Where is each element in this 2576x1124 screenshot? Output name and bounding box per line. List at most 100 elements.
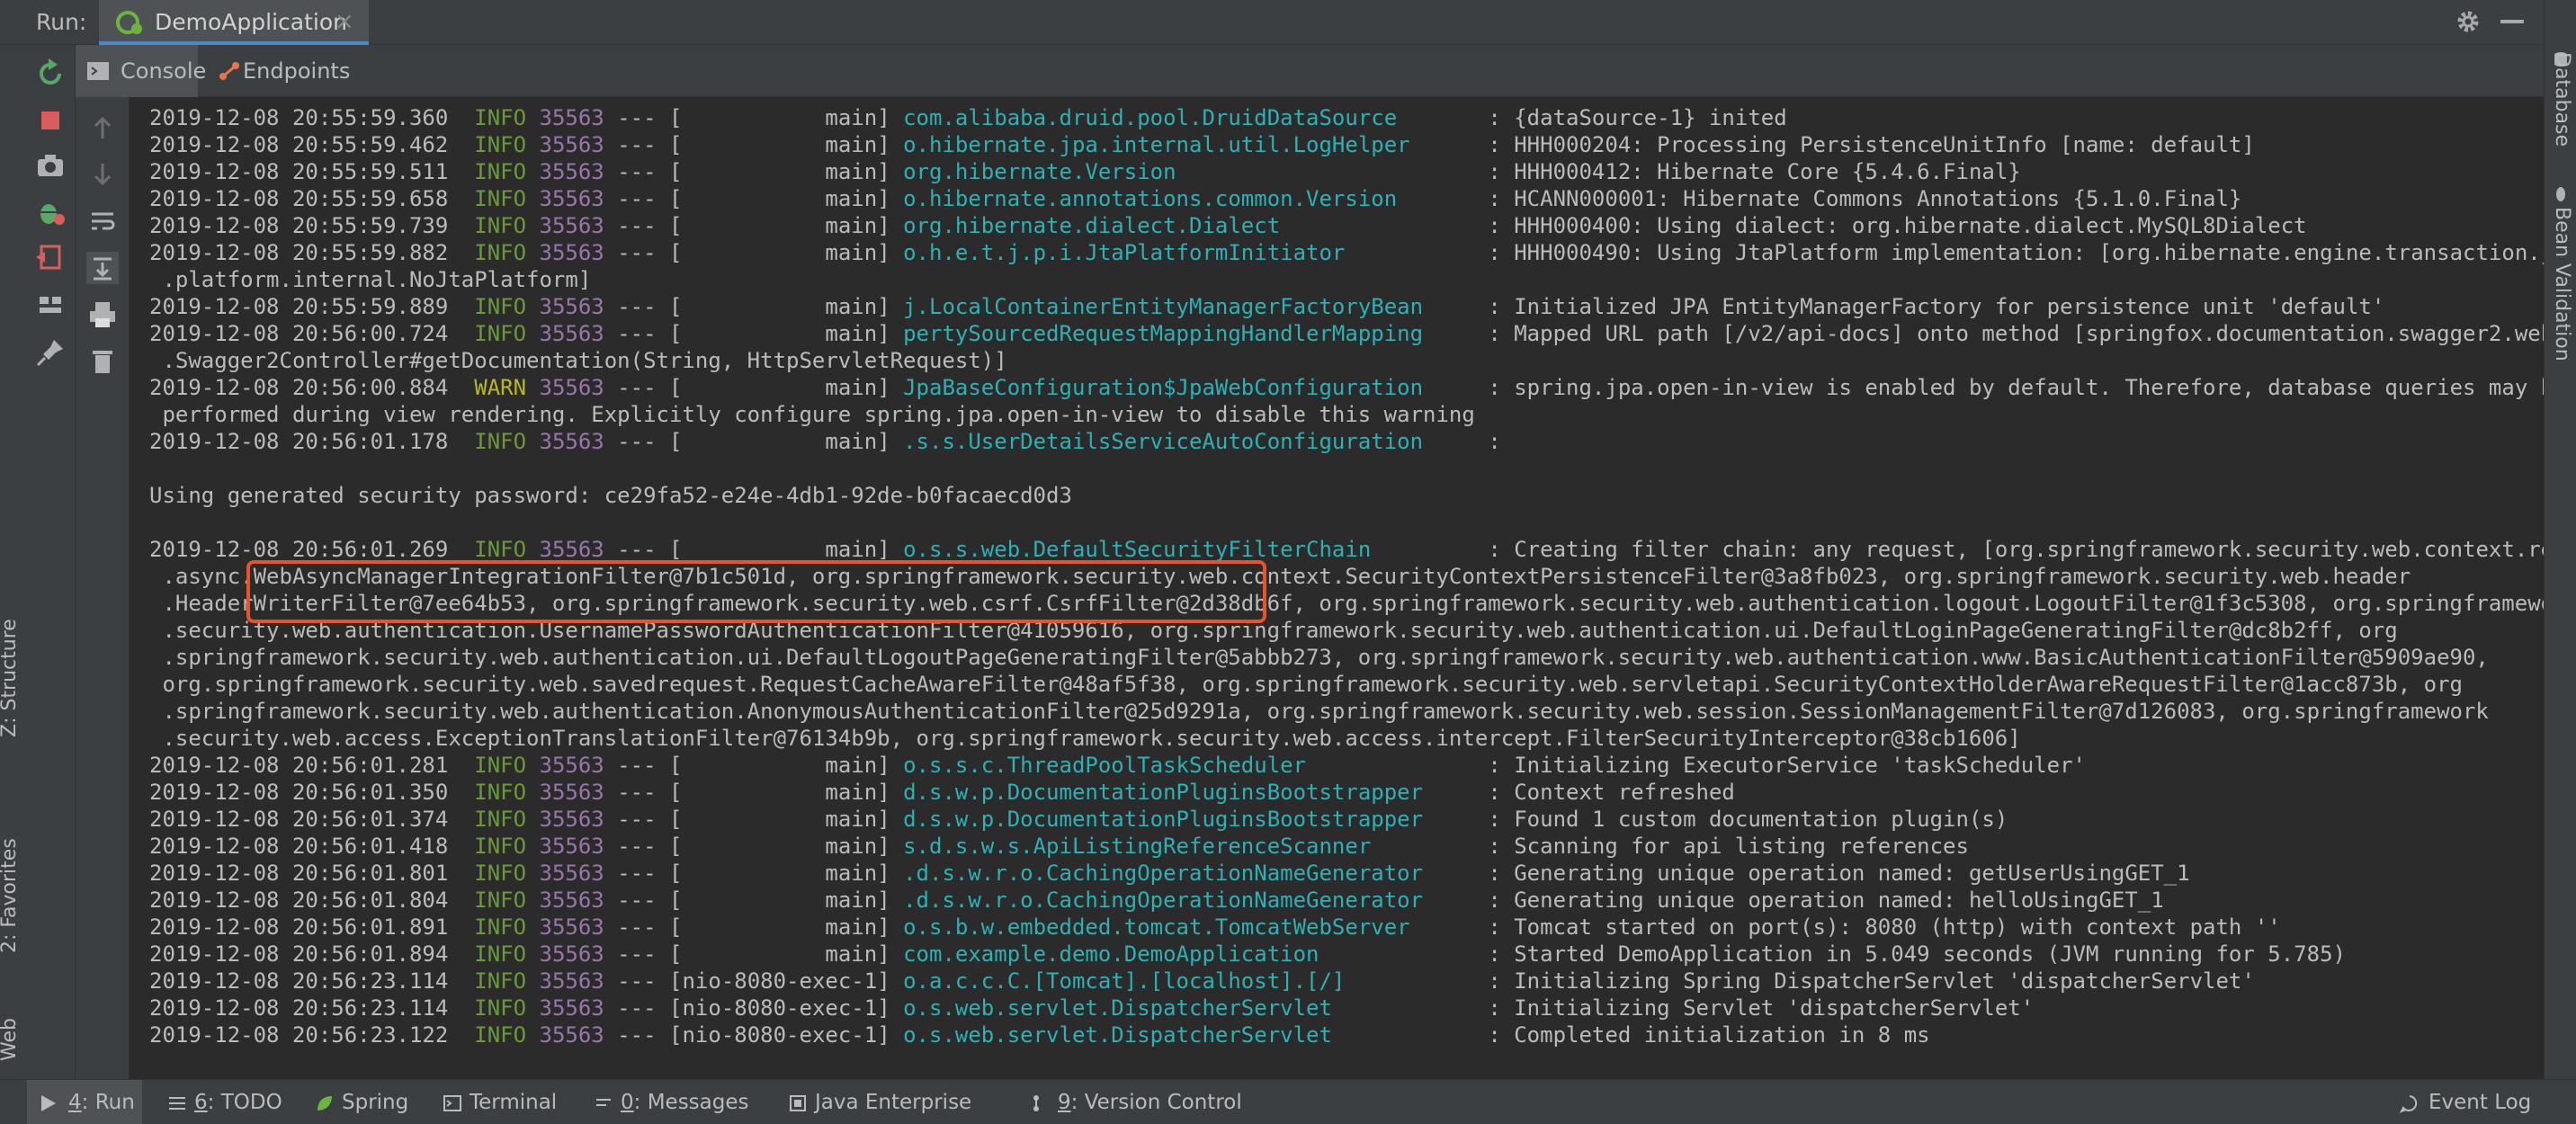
log-thread: [nio-8080-exec-1] [669,968,890,994]
close-icon[interactable]: × [335,8,354,35]
gear-icon[interactable] [2454,7,2482,36]
debug-bug-icon[interactable] [32,194,68,230]
log-logger: d.s.w.p.DocumentationPluginsBootstrapper [903,780,1475,805]
log-timestamp: 2019-12-08 20:55:59.360 [149,105,449,130]
log-level: INFO [474,132,527,157]
minimize-icon[interactable] [2500,20,2524,23]
version-control-icon [1033,1095,1039,1111]
log-thread: [ main] [669,213,890,238]
log-message: : Found 1 custom documentation plugin(s) [1488,807,2008,832]
tool-tab-run[interactable]: 4: Run [27,1080,142,1124]
log-logger: o.a.c.c.C.[Tomcat].[localhost].[/] [903,968,1475,994]
log-logger: o.hibernate.annotations.common.Version [903,186,1475,211]
log-separator: --- [617,159,657,184]
log-timestamp: 2019-12-08 20:55:59.462 [149,132,449,157]
tool-window-structure[interactable]: Z: Structure [0,619,21,737]
tool-window-web[interactable]: Web [0,1018,21,1061]
log-pid: 35563 [539,995,604,1021]
log-level: INFO [474,321,527,346]
rerun-icon[interactable] [32,56,68,92]
log-separator: --- [617,914,657,940]
log-thread: [ main] [669,914,890,940]
java-enterprise-icon [790,1095,806,1111]
generated-password: Using generated security password: ce29f… [149,483,1072,508]
soft-wrap-icon[interactable] [85,203,121,239]
scroll-to-end-icon[interactable] [85,250,121,286]
tool-tab-event-log[interactable]: Event Log [2396,1080,2531,1124]
log-line: 2019-12-08 20:55:59.360 INFO 35563 --- [… [149,104,2544,131]
tool-tab-java-enterprise[interactable]: Java Enterprise [784,1080,971,1124]
log-continuation: .Swagger2Controller#getDocumentation(Str… [149,348,1007,373]
console-output[interactable]: 2019-12-08 20:55:59.360 INFO 35563 --- [… [130,97,2544,1079]
tool-tab-messages[interactable]: 0: Messages [590,1080,749,1124]
arrow-down-icon[interactable] [85,156,121,192]
bean-validation-icon [2556,187,2565,201]
tool-tab-version-control[interactable]: 9: Version Control [1027,1080,1242,1124]
log-pid: 35563 [539,321,604,346]
log-timestamp: 2019-12-08 20:56:01.894 [149,941,449,967]
log-logger: d.s.w.p.DocumentationPluginsBootstrapper [903,807,1475,832]
tool-tab-spring[interactable]: Spring [311,1080,408,1124]
log-pid: 35563 [539,914,604,940]
event-log-icon [2400,1095,2418,1113]
log-line: 2019-12-08 20:56:01.281 INFO 35563 --- [… [149,752,2544,779]
tool-window-favorites[interactable]: 2: Favorites [0,838,21,953]
log-timestamp: 2019-12-08 20:56:23.122 [149,1022,449,1048]
tool-tab-todo[interactable]: 6: TODO [164,1080,282,1124]
log-level: INFO [474,941,527,967]
trash-icon[interactable] [85,343,121,379]
exit-icon[interactable] [32,239,68,275]
log-pid: 35563 [539,780,604,805]
tool-tab-terminal[interactable]: Terminal [439,1080,557,1124]
log-pid: 35563 [539,888,604,913]
log-pid: 35563 [539,186,604,211]
messages-icon [596,1099,611,1106]
log-separator: --- [617,132,657,157]
log-timestamp: 2019-12-08 20:55:59.739 [149,213,449,238]
tab-title: DemoApplication [155,9,347,35]
tab-console[interactable]: Console [76,45,206,97]
log-logger: org.hibernate.Version [903,159,1475,184]
log-line: 2019-12-08 20:56:23.122 INFO 35563 --- [… [149,1021,2544,1048]
tab-endpoints[interactable]: Endpoints [207,45,360,97]
arrow-up-icon[interactable] [85,110,121,146]
tool-window-bean-validation[interactable]: Bean Validation [2551,207,2573,361]
messages-tab-label: : Messages [633,1091,749,1114]
log-line: Using generated security password: ce29f… [149,482,2544,509]
log-separator: --- [617,1022,657,1048]
log-line: 2019-12-08 20:55:59.889 INFO 35563 --- [… [149,293,2544,320]
log-timestamp: 2019-12-08 20:56:01.281 [149,753,449,778]
log-pid: 35563 [539,240,604,265]
log-message: : Context refreshed [1488,780,1735,805]
stop-icon[interactable] [32,103,68,138]
log-level: INFO [474,240,527,265]
log-separator: --- [617,995,657,1021]
camera-icon[interactable] [32,147,68,183]
log-separator: --- [617,105,657,130]
print-icon[interactable] [85,297,121,333]
pin-icon[interactable] [32,335,68,370]
log-thread: [ main] [669,861,890,886]
log-message: : Generating unique operation named: get… [1488,861,2190,886]
log-message: : HHH000490: Using JtaPlatform implement… [1488,240,2544,265]
log-level: INFO [474,807,527,832]
log-thread: [ main] [669,753,890,778]
log-thread: [nio-8080-exec-1] [669,995,890,1021]
log-message: : Scanning for api listing references [1488,834,1969,859]
log-logger: .d.s.w.r.o.CachingOperationNameGenerator [903,861,1475,886]
log-level: INFO [474,159,527,184]
log-pid: 35563 [539,294,604,319]
log-timestamp: 2019-12-08 20:56:01.891 [149,914,449,940]
tab-demo-application[interactable]: DemoApplication × [99,0,369,45]
log-thread: [ main] [669,321,890,346]
log-level: INFO [474,213,527,238]
log-message: : Generating unique operation named: hel… [1488,888,2164,913]
tool-window-database[interactable]: Database [2551,52,2573,147]
terminal-tab-label: Terminal [470,1091,558,1114]
java-enterprise-tab-label: Java Enterprise [815,1091,972,1114]
log-timestamp: 2019-12-08 20:56:00.724 [149,321,449,346]
log-pid: 35563 [539,1022,604,1048]
layout-icon[interactable] [32,286,68,322]
log-continuation: .springframework.security.web.authentica… [149,645,2489,670]
